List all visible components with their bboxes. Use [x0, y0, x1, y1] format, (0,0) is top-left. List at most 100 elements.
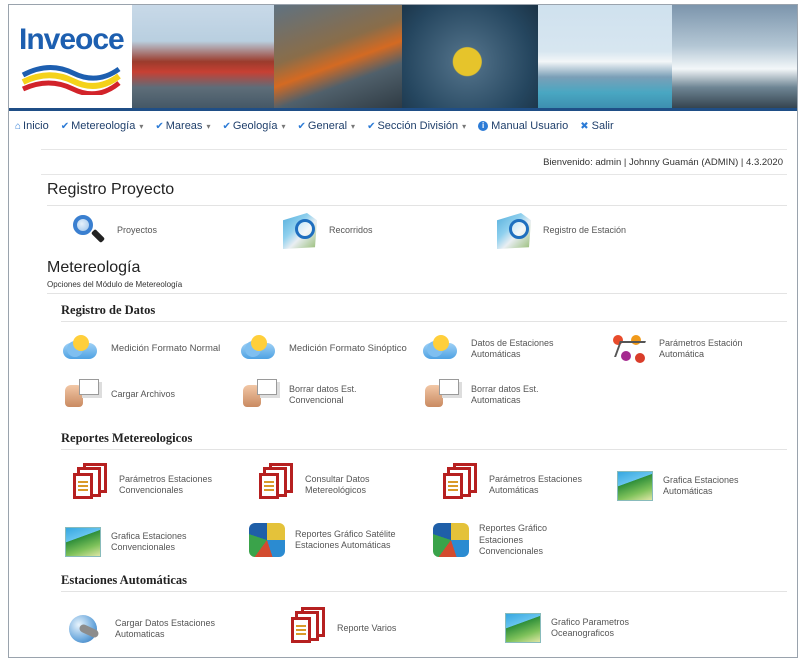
divider	[61, 449, 787, 450]
welcome-text: Bienvenido: admin | Johnny Guamán (ADMIN…	[41, 149, 787, 175]
tile-borrar-convencional[interactable]: Borrar datos Est. Convencional	[239, 377, 379, 413]
tile-reporte-varios[interactable]: Reporte Varios	[287, 611, 396, 647]
section-title-metereologia: Metereología	[47, 259, 141, 276]
nav-label: Sección División	[377, 120, 459, 132]
nav-salir[interactable]: ✖ Salir	[580, 120, 613, 132]
caret-down-icon: ▾	[351, 121, 356, 131]
info-icon: i	[478, 121, 489, 131]
satellite-map-icon	[249, 523, 285, 557]
banner-photo-crew	[274, 5, 402, 108]
nav-geologia[interactable]: ✔ Geología ▾	[222, 120, 285, 132]
map-chart-icon	[617, 471, 653, 501]
tile-cargar-archivos[interactable]: Cargar Archivos	[61, 377, 175, 413]
divider	[61, 321, 787, 322]
divider	[47, 293, 787, 294]
subsection-title-reportes: Reportes Metereologicos	[61, 431, 193, 445]
tile-param-est-automaticas[interactable]: Parámetros Estaciones Automáticas	[439, 467, 599, 503]
nav-metereologia[interactable]: ✔ Metereología ▾	[61, 120, 144, 132]
tile-cargar-datos-automaticas[interactable]: Cargar Datos Estaciones Automaticas	[65, 611, 225, 647]
caret-down-icon: ▾	[206, 121, 211, 131]
nav-general[interactable]: ✔ General ▾	[298, 120, 356, 132]
tile-label: Borrar datos Est. Convencional	[289, 383, 357, 406]
subsection-title-registro-datos: Registro de Datos	[61, 303, 156, 317]
nav-label: Salir	[591, 120, 614, 132]
documents-icon	[69, 467, 109, 503]
map-chart-icon	[505, 613, 541, 643]
tile-reportes-satelite[interactable]: Reportes Gráfico Satélite Estaciones Aut…	[249, 523, 415, 557]
documents-icon	[255, 467, 295, 503]
header-banner: Inveoce	[9, 5, 797, 111]
map-search-icon	[283, 213, 317, 249]
nav-label: Mareas	[165, 120, 203, 132]
section-title-registro-proyecto: Registro Proyecto	[47, 181, 175, 198]
tile-label: Grafico Parametros Oceanograficos	[551, 616, 630, 639]
tile-label: Proyectos	[117, 225, 158, 236]
tile-label: Recorridos	[329, 225, 373, 236]
weather-cloud-icon	[61, 331, 101, 367]
logo-text: Inveoce	[19, 23, 125, 56]
tile-label: Parámetros Estación Automática	[659, 337, 743, 360]
map-search-icon	[497, 213, 531, 249]
tile-recorridos[interactable]: Recorridos	[279, 213, 373, 249]
tile-label: Medición Formato Sinóptico	[289, 343, 407, 355]
tile-grafica-convencionales[interactable]: Grafica Estaciones Convencionales	[65, 527, 201, 557]
banner-photo-buoy	[402, 5, 538, 108]
tile-label: Grafica Estaciones Convencionales	[111, 530, 187, 553]
banner-photo-waves	[672, 5, 797, 108]
globe-icon	[65, 611, 105, 647]
banner-photo-ship	[132, 5, 274, 108]
check-icon: ✔	[222, 120, 231, 132]
documents-icon	[287, 611, 327, 647]
nav-seccion-division[interactable]: ✔ Sección División ▾	[367, 120, 466, 132]
tile-label: Medición Formato Normal	[111, 343, 221, 355]
check-icon: ✔	[367, 120, 376, 132]
divider	[47, 205, 787, 206]
nav-manual-usuario[interactable]: i Manual Usuario	[478, 120, 568, 132]
molecule-icon	[609, 331, 649, 367]
upload-hand-icon	[239, 377, 279, 413]
logo-waves-icon	[21, 65, 121, 95]
tile-proyectos[interactable]: Proyectos	[67, 213, 157, 249]
tile-label: Cargar Datos Estaciones Automaticas	[115, 617, 216, 640]
tile-consultar-datos[interactable]: Consultar Datos Metereológicos	[255, 467, 405, 503]
search-icon	[67, 213, 107, 249]
tile-grafica-automaticas[interactable]: Grafica Estaciones Automáticas	[617, 471, 763, 501]
nav-inicio[interactable]: ⌂ Inicio	[15, 120, 49, 132]
logo[interactable]: Inveoce	[9, 5, 132, 108]
tile-medicion-sinoptico[interactable]: Medición Formato Sinóptico	[239, 331, 407, 367]
tile-datos-estaciones-automaticas[interactable]: Datos de Estaciones Automáticas	[421, 331, 571, 367]
nav-label: Geología	[232, 120, 278, 132]
check-icon: ✔	[297, 120, 306, 132]
weather-cloud-icon	[421, 331, 461, 367]
upload-hand-icon	[421, 377, 461, 413]
tile-medicion-normal[interactable]: Medición Formato Normal	[61, 331, 220, 367]
tile-label: Reporte Varios	[337, 623, 397, 634]
documents-icon	[439, 467, 479, 503]
caret-down-icon: ▾	[139, 121, 144, 131]
tile-grafico-oceanograficos[interactable]: Grafico Parametros Oceanograficos	[505, 613, 651, 643]
nav-label: Metereología	[71, 120, 136, 132]
tile-borrar-automaticas[interactable]: Borrar datos Est. Automaticas	[421, 377, 561, 413]
tile-parametros-estacion-automatica[interactable]: Parámetros Estación Automática	[609, 331, 769, 367]
home-icon: ⌂	[15, 120, 22, 132]
tile-label: Consultar Datos Metereológicos	[305, 473, 370, 496]
app-frame: Inveoce ⌂ Inicio ✔ Metereología ▾ ✔ Mare…	[8, 4, 798, 658]
divider	[61, 591, 787, 592]
tile-label: Borrar datos Est. Automaticas	[471, 383, 539, 406]
caret-down-icon: ▾	[281, 121, 286, 131]
check-icon: ✔	[155, 120, 164, 132]
nav-label: General	[307, 120, 348, 132]
caret-down-icon: ▾	[462, 121, 467, 131]
nav-label: Manual Usuario	[491, 120, 569, 132]
nav-mareas[interactable]: ✔ Mareas ▾	[155, 120, 210, 132]
tile-param-est-convencionales[interactable]: Parámetros Estaciones Convencionales	[69, 467, 229, 503]
tile-label: Cargar Archivos	[111, 389, 176, 400]
tile-label: Registro de Estación	[543, 225, 627, 236]
tile-registro-estacion[interactable]: Registro de Estación	[493, 213, 626, 249]
tile-label: Parámetros Estaciones Automáticas	[489, 473, 583, 496]
weather-cloud-icon	[239, 331, 279, 367]
check-icon: ✔	[60, 120, 70, 132]
tile-reportes-grafico-convencionales[interactable]: Reportes Gráfico Estaciones Convencional…	[433, 523, 559, 558]
section-subtitle: Opciones del Módulo de Metereología	[47, 280, 183, 289]
satellite-map-icon	[433, 523, 469, 558]
